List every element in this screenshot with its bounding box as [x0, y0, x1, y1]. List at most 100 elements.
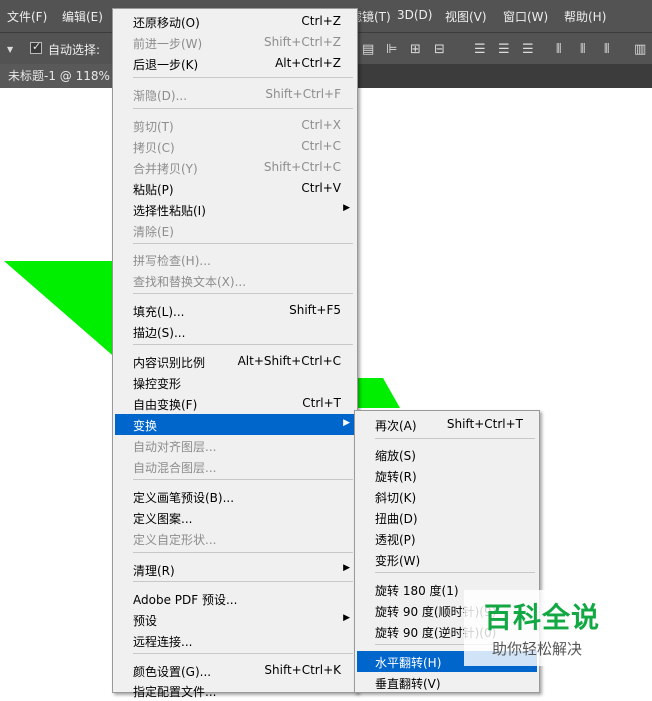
transform_submenu-item-5[interactable]: 透视(P) [357, 528, 537, 549]
edit_menu-item-27[interactable]: 颜色设置(G)... Shift+Ctrl+K [115, 660, 355, 681]
edit_menu-item-24[interactable]: Adobe PDF 预设... [115, 588, 355, 609]
distribute-top-icon[interactable]: ☰ [474, 42, 486, 57]
menu-3d[interactable]: 3D(D) [397, 8, 432, 22]
edit_menu-item-label: 拼写检查(H)... [133, 254, 211, 268]
edit_menu-item-shortcut: Ctrl+X [301, 118, 341, 132]
checkmark-icon: ✓ [32, 40, 42, 53]
menu-separator [133, 344, 353, 345]
transform_submenu-item-label: 再次(A) [375, 419, 417, 433]
edit_menu-item-9[interactable]: 清除(E) [115, 220, 355, 241]
edit_menu-item-14[interactable]: 内容识别比例 Alt+Shift+Ctrl+C [115, 351, 355, 372]
menu-separator [375, 572, 535, 573]
menu-separator [133, 77, 353, 78]
transform_submenu-item-0[interactable]: 再次(A) Shift+Ctrl+T [357, 414, 537, 435]
edit_menu-item-4[interactable]: 剪切(T) Ctrl+X [115, 115, 355, 136]
edit_menu-item-label: 还原移动(O) [133, 16, 200, 30]
menu-separator [133, 581, 353, 582]
align-center-icon[interactable]: ⊞ [410, 42, 421, 57]
distribute-left-icon[interactable]: ⫴ [556, 42, 561, 57]
menu-window[interactable]: 窗口(W) [503, 8, 548, 25]
edit_menu-item-13[interactable]: 描边(S)... [115, 321, 355, 342]
edit_menu-item-8[interactable]: 选择性粘贴(I) ▶ [115, 199, 355, 220]
transform_submenu-item-1[interactable]: 缩放(S) [357, 444, 537, 465]
transform_submenu-item-label: 变形(W) [375, 554, 421, 568]
menu-edit[interactable]: 编辑(E) [62, 8, 103, 25]
edit_menu-item-10[interactable]: 拼写检查(H)... [115, 249, 355, 270]
edit_menu-item-label: 远程连接... [133, 635, 193, 649]
edit_menu-item-23[interactable]: 清理(R) ▶ [115, 559, 355, 580]
transform_submenu-item-3[interactable]: 斜切(K) [357, 486, 537, 507]
menu-file[interactable]: 文件(F) [7, 8, 47, 25]
edit_menu-item-3[interactable]: 渐隐(D)... Shift+Ctrl+F [115, 84, 355, 105]
edit_menu-item-20[interactable]: 定义画笔预设(B)... [115, 486, 355, 507]
edit_menu-item-5[interactable]: 拷贝(C) Ctrl+C [115, 136, 355, 157]
document-tab[interactable]: 未标题-1 @ 118% [0, 64, 118, 88]
edit_menu-item-label: 描边(S)... [133, 326, 186, 340]
edit_menu-item-25[interactable]: 预设 ▶ [115, 609, 355, 630]
edit_menu-item-7[interactable]: 粘贴(P) Ctrl+V [115, 178, 355, 199]
edit_menu-item-26[interactable]: 远程连接... [115, 630, 355, 651]
transform_submenu-item-6[interactable]: 变形(W) [357, 549, 537, 570]
edit_menu-item-15[interactable]: 操控变形 [115, 372, 355, 393]
edit_menu-item-label: 颜色设置(G)... [133, 665, 212, 679]
edit_menu-item-label: 自由变换(F) [133, 398, 198, 412]
menu-separator [133, 552, 353, 553]
edit_menu-item-19[interactable]: 自动混合图层... [115, 456, 355, 477]
edit_menu-item-label: 粘贴(P) [133, 183, 174, 197]
distribute-middle-icon[interactable]: ☰ [498, 42, 510, 57]
transform_submenu-item-label: 缩放(S) [375, 449, 416, 463]
edit_menu-item-label: 定义自定形状... [133, 533, 217, 547]
edit_menu-item-21[interactable]: 定义图案... [115, 507, 355, 528]
edit_menu-item-label: 操控变形 [133, 377, 182, 391]
menu-help[interactable]: 帮助(H) [564, 8, 606, 25]
transform_submenu-item-label: 旋转(R) [375, 470, 417, 484]
edit_menu-item-label: 前进一步(W) [133, 37, 203, 51]
edit_menu-item-17[interactable]: 变换 ▶ [115, 414, 355, 435]
align-left-icon[interactable]: ⊫ [386, 42, 397, 57]
menu-separator [133, 243, 353, 244]
edit_menu-item-6[interactable]: 合并拷贝(Y) Shift+Ctrl+C [115, 157, 355, 178]
distribute-bottom-icon[interactable]: ☰ [522, 42, 534, 57]
edit_menu-item-label: 合并拷贝(Y) [133, 162, 198, 176]
transform_submenu-item-11[interactable]: 垂直翻转(V) [357, 672, 537, 693]
green-shape-fragment [355, 378, 400, 408]
transform_submenu-item-4[interactable]: 扭曲(D) [357, 507, 537, 528]
menu-separator [133, 479, 353, 480]
distribute-hcenter-icon[interactable]: ⫴ [580, 42, 585, 57]
edit_menu-item-18[interactable]: 自动对齐图层... [115, 435, 355, 456]
align-right-icon[interactable]: ⊟ [434, 42, 445, 57]
menu-separator [133, 653, 353, 654]
submenu-arrow-icon: ▶ [343, 418, 350, 428]
edit_menu-item-label: Adobe PDF 预设... [133, 593, 238, 607]
edit_menu-item-22[interactable]: 定义自定形状... [115, 528, 355, 549]
tool-preset-dropdown-icon[interactable]: ▼ [7, 45, 13, 54]
green-triangle-shape [4, 261, 126, 367]
edit_menu-item-shortcut: Ctrl+C [301, 139, 341, 153]
transform_submenu-item-shortcut: Shift+Ctrl+T [446, 417, 523, 431]
edit_menu-item-16[interactable]: 自由变换(F) Ctrl+T [115, 393, 355, 414]
edit_menu-item-label: 自动混合图层... [133, 461, 217, 475]
edit_menu-item-2[interactable]: 后退一步(K) Alt+Ctrl+Z [115, 53, 355, 74]
auto-align-icon[interactable]: ▥ [634, 42, 646, 57]
transform_submenu-item-2[interactable]: 旋转(R) [357, 465, 537, 486]
edit_menu-item-shortcut: Ctrl+V [301, 181, 341, 195]
edit_menu-item-shortcut: Shift+Ctrl+C [263, 160, 341, 174]
edit_menu-item-0[interactable]: 还原移动(O) Ctrl+Z [115, 11, 355, 32]
edit_menu-item-12[interactable]: 填充(L)... Shift+F5 [115, 300, 355, 321]
distribute-right-icon[interactable]: ⫴ [604, 42, 609, 57]
auto-select-checkbox[interactable]: ✓ [30, 40, 42, 54]
align-icon[interactable]: ▤ [362, 42, 374, 57]
transform_submenu-item-label: 透视(P) [375, 533, 416, 547]
edit_menu-item-label: 清理(R) [133, 564, 175, 578]
transform_submenu-item-label: 水平翻转(H) [375, 656, 442, 670]
submenu-arrow-icon: ▶ [343, 563, 350, 573]
edit_menu-item-28[interactable]: 指定配置文件... [115, 680, 355, 701]
edit_menu-item-1[interactable]: 前进一步(W) Shift+Ctrl+Z [115, 32, 355, 53]
edit_menu-item-11[interactable]: 查找和替换文本(X)... [115, 270, 355, 291]
edit_menu-item-shortcut: Shift+Ctrl+K [264, 663, 341, 677]
menu-view[interactable]: 视图(V) [445, 8, 487, 25]
edit_menu-item-label: 内容识别比例 [133, 356, 206, 370]
edit_menu-item-label: 定义图案... [133, 512, 193, 526]
submenu-arrow-icon: ▶ [343, 613, 350, 623]
edit_menu-item-label: 自动对齐图层... [133, 440, 217, 454]
